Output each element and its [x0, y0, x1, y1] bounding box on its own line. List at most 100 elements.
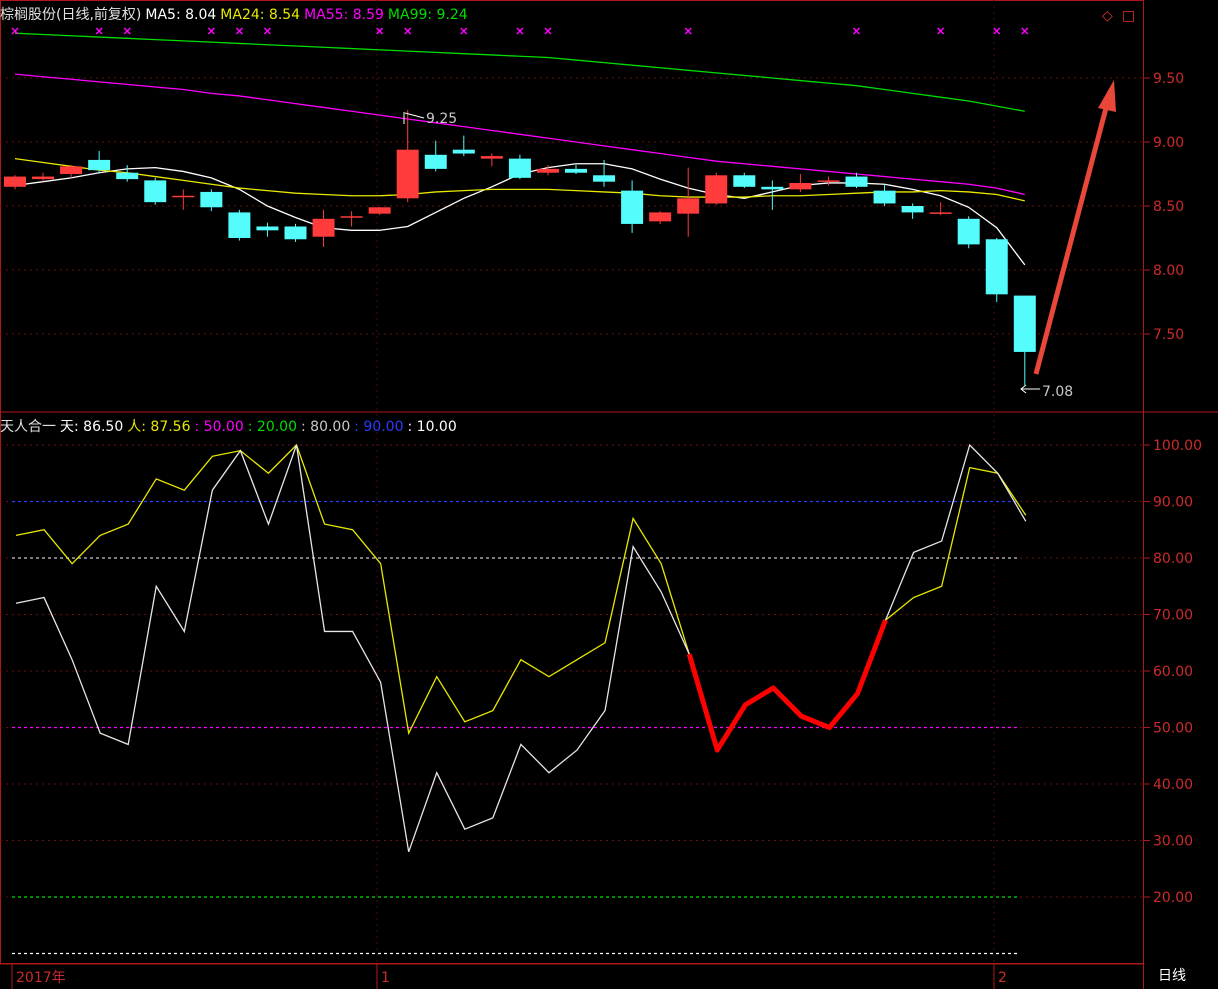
candle-body — [256, 226, 279, 231]
price-tick-label: 9.50 — [1153, 71, 1184, 87]
signal-marker — [123, 27, 131, 35]
candle-body — [508, 158, 531, 178]
candle-body — [368, 207, 391, 214]
candle-body — [565, 168, 587, 173]
period-label[interactable]: 日线 — [1158, 968, 1186, 984]
indicator-tick-label: 70.00 — [1153, 608, 1193, 624]
indicator-name[interactable]: 天人合一 — [0, 419, 56, 435]
price-header: 棕榈股份(日线,前复权) MA5: 8.04 MA24: 8.54 MA55: 8.5… — [0, 6, 472, 24]
date-tick-label: 1 — [381, 970, 390, 986]
diamond-icon[interactable]: ◇ — [1102, 9, 1113, 23]
signal-marker — [852, 27, 861, 35]
candle-body — [32, 176, 55, 180]
indicator-lines — [15, 443, 1027, 853]
chart-canvas: 9.50 9.00 8.50 8.00 7.50 100.00 90.00 80.00 70.… — [0, 0, 1218, 989]
candle-body — [536, 168, 559, 173]
stock-name[interactable]: 棕榈股份(日线,前复权) — [0, 7, 141, 23]
indicator-axis: 100.00 90.00 80.00 70.00 60.00 50.00 40.00 30.0… — [1143, 438, 1202, 906]
date-axis: 2017年 1 2 — [11, 964, 1007, 989]
candle-body — [677, 198, 700, 214]
indicator-tick-label: 90.00 — [1153, 495, 1193, 511]
candle-body — [172, 195, 195, 198]
price-low-label: 7.08 — [1042, 384, 1073, 400]
signal-marker — [263, 27, 271, 35]
ma-line-ma99 — [14, 32, 1025, 112]
signal-marker — [516, 27, 524, 35]
moving-average-lines — [14, 32, 1026, 266]
maximize-icon[interactable]: □ — [1122, 9, 1135, 23]
grid-lines — [0, 0, 1143, 963]
candle-body — [901, 206, 924, 213]
price-tick-label: 8.50 — [1153, 199, 1184, 215]
candle-body — [88, 159, 111, 171]
candle-body — [789, 182, 812, 190]
candle-body — [312, 218, 335, 237]
signal-marker — [95, 27, 103, 35]
indicator-tick-label: 60.00 — [1153, 664, 1193, 680]
candle-body — [733, 175, 756, 187]
highlight-segment — [686, 619, 888, 753]
ref-20-value: : 20.00 — [247, 419, 297, 435]
candle-body — [621, 190, 644, 224]
candle-body — [705, 175, 728, 204]
ren-line — [15, 443, 1027, 752]
candle-body — [761, 186, 784, 190]
price-axis: 9.50 9.00 8.50 8.00 7.50 — [1143, 71, 1184, 343]
signal-marker — [376, 27, 384, 35]
indicator-tick-label: 50.00 — [1153, 721, 1193, 737]
signal-marker — [684, 27, 692, 35]
price-tick-label: 9.00 — [1153, 135, 1184, 151]
candle-body — [60, 166, 83, 174]
candle-body — [424, 154, 447, 169]
indicator-tick-label: 30.00 — [1153, 834, 1193, 850]
candle-body — [817, 180, 840, 182]
date-tick-label: 2 — [998, 970, 1007, 986]
candle-body — [144, 180, 167, 203]
signal-marker — [993, 27, 1001, 35]
signal-marker — [460, 27, 468, 35]
ref-80-value: : 80.00 — [301, 419, 351, 435]
indicator-tick-label: 100.00 — [1153, 438, 1202, 454]
candle-body — [396, 149, 419, 199]
signal-marker — [404, 27, 412, 35]
price-high-label: 9.25 — [426, 111, 457, 127]
candlesticks — [4, 110, 1036, 386]
tian-value: 天: 86.50 — [60, 419, 124, 435]
candle-body — [284, 226, 307, 240]
price-tick-label: 8.00 — [1153, 263, 1184, 279]
up-arrow-annotation — [1033, 80, 1116, 375]
ref-10-value: : 10.00 — [407, 419, 457, 435]
candle-body — [116, 172, 139, 180]
indicator-tick-label: 20.00 — [1153, 890, 1193, 906]
signal-markers — [11, 27, 1029, 35]
candle-body — [985, 239, 1008, 295]
indicator-header: 天人合一 天: 86.50 人: 87.56: 50.00: 20.00: 80.0… — [0, 418, 461, 436]
candle-body — [200, 191, 223, 208]
candle-body — [480, 156, 503, 159]
ma55-value: MA55: 8.59 — [304, 7, 384, 23]
candle-body — [649, 212, 672, 222]
ref-90-value: : 90.00 — [354, 419, 404, 435]
signal-marker — [1021, 27, 1029, 35]
candle-body — [1013, 295, 1036, 352]
signal-marker — [207, 27, 215, 35]
outer-border — [0, 0, 1144, 964]
ref-50-value: : 50.00 — [194, 419, 244, 435]
low-annotation: 7.08 — [1020, 384, 1073, 400]
signal-marker — [235, 27, 243, 35]
chart-frame — [0, 0, 1218, 989]
candle-body — [929, 212, 952, 214]
candle-body — [452, 149, 475, 154]
ma99-value: MA99: 9.24 — [387, 7, 468, 23]
candle-body — [845, 176, 868, 187]
date-tick-label: 2017年 — [16, 970, 66, 986]
candle-body — [593, 175, 616, 182]
candle-body — [340, 216, 363, 218]
ren-value: 人: 87.56 — [127, 419, 191, 435]
price-tick-label: 7.50 — [1153, 327, 1184, 343]
signal-marker — [11, 27, 19, 35]
indicator-tick-label: 80.00 — [1153, 551, 1193, 567]
ma24-value: MA24: 8.54 — [220, 7, 301, 23]
indicator-tick-label: 40.00 — [1153, 777, 1193, 793]
ma5-value: MA5: 8.04 — [145, 7, 217, 23]
